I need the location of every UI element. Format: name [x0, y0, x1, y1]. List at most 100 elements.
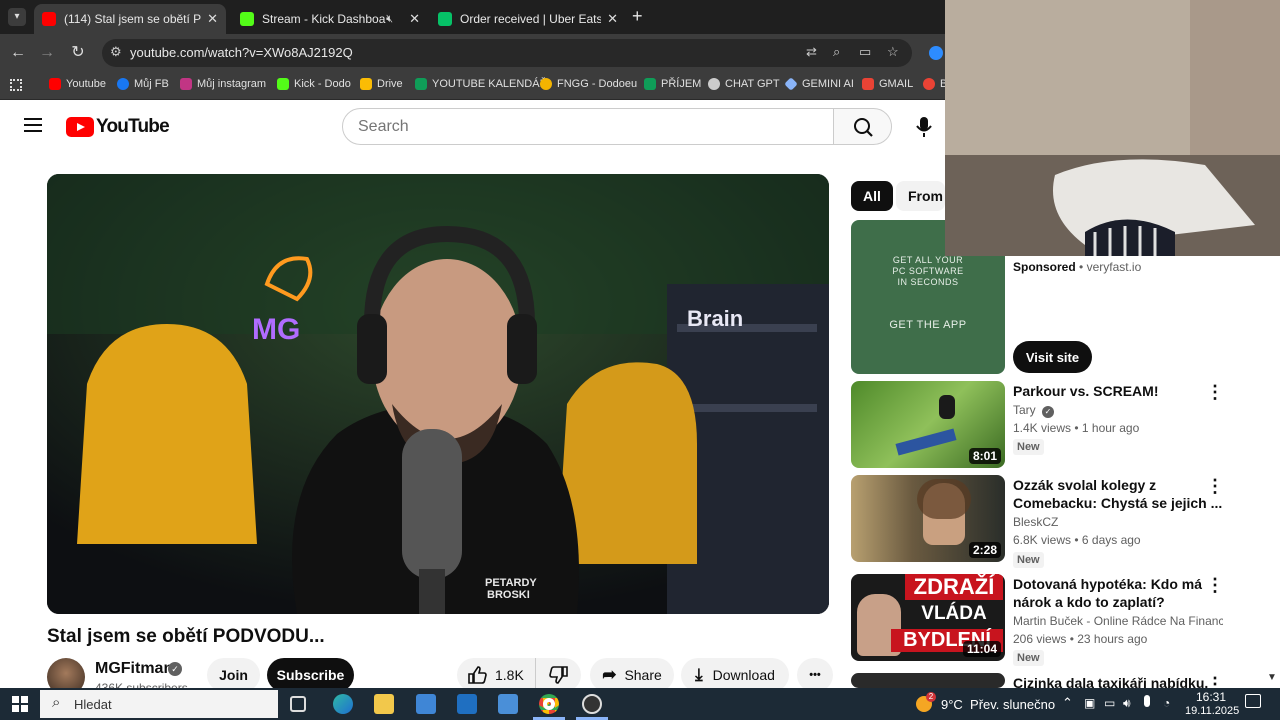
windows-start-icon[interactable]: [12, 696, 28, 712]
taskbar-search-box[interactable]: ⌕ Hledat: [40, 690, 278, 718]
share-arrow-icon: ➦: [602, 665, 617, 684]
youtube-logo[interactable]: YouTube: [66, 116, 170, 138]
extension-icon[interactable]: [929, 46, 943, 60]
microphone-icon[interactable]: [1144, 695, 1150, 707]
svg-text:PETARDY: PETARDY: [485, 577, 537, 589]
camera-icon[interactable]: ▣: [1084, 696, 1095, 710]
tab-kick[interactable]: Stream - Kick Dashboard 🔇︎ ✕: [232, 4, 428, 34]
notification-icon[interactable]: [1245, 694, 1261, 708]
task-view-icon[interactable]: [290, 696, 306, 712]
bookmark-label: GMAIL: [879, 78, 914, 90]
file-explorer-icon[interactable]: [374, 694, 394, 714]
chip-all[interactable]: All: [851, 181, 893, 211]
ad-thumb-line: IN SECONDS: [897, 277, 959, 287]
close-tab-icon[interactable]: ✕: [607, 11, 618, 27]
store-icon[interactable]: [416, 694, 436, 714]
network-icon[interactable]: ◔: [1163, 696, 1170, 710]
more-actions-button[interactable]: •••: [797, 658, 833, 692]
install-app-icon[interactable]: ▭: [859, 44, 871, 60]
search-icon: ⌕: [52, 694, 61, 711]
site-info-icon[interactable]: ⚙: [110, 44, 122, 60]
search-button[interactable]: [833, 108, 892, 145]
bookmark-youtube[interactable]: Youtube: [49, 78, 106, 90]
close-tab-icon[interactable]: ✕: [409, 11, 420, 27]
tab-title: Stream - Kick Dashboard: [262, 12, 387, 26]
search-input[interactable]: [343, 109, 833, 144]
muted-audio-icon[interactable]: 🔇︎: [386, 13, 393, 26]
scroll-down-chevron-icon[interactable]: ▼: [1267, 672, 1277, 683]
zoom-icon[interactable]: ⌕: [833, 44, 840, 60]
clock-date[interactable]: 19.11.2025: [1185, 705, 1239, 717]
close-tab-icon[interactable]: ✕: [207, 11, 218, 27]
like-button[interactable]: 1.8K: [457, 658, 535, 692]
search-field[interactable]: [342, 108, 834, 145]
battery-icon[interactable]: ▭: [1104, 696, 1115, 710]
tab-search-button[interactable]: ▾: [8, 8, 26, 26]
volume-icon[interactable]: 🔊︎: [1123, 696, 1131, 711]
teams-app-icon[interactable]: [498, 694, 518, 714]
more-vert-icon[interactable]: ⋮: [1206, 575, 1224, 595]
bookmark-star-icon[interactable]: ☆: [887, 44, 899, 60]
chip-from-channel[interactable]: From M: [896, 181, 945, 211]
bookmark-facebook[interactable]: Můj FB: [117, 78, 169, 90]
search-icon: [854, 118, 873, 137]
more-vert-icon[interactable]: ⋮: [1206, 476, 1224, 496]
clock-time[interactable]: 16:31: [1196, 690, 1226, 704]
more-vert-icon[interactable]: ⋮: [1206, 382, 1224, 402]
related-channel[interactable]: Martin Buček - Online Rádce Na Finance .…: [1013, 614, 1223, 628]
bookmark-prijem[interactable]: PŘÍJEM: [644, 78, 701, 90]
related-thumbnail-3[interactable]: ZDRAŽÍ VLÁDA BYDLENÍ 11:04: [851, 574, 1005, 661]
bookmark-yt-calendar[interactable]: YOUTUBE KALENDÁŘ: [415, 78, 548, 90]
reload-icon[interactable]: ↻: [68, 43, 88, 63]
related-meta: 6.8K views • 6 days ago: [1013, 533, 1141, 547]
apps-grid-icon[interactable]: [10, 79, 22, 91]
back-arrow-icon[interactable]: ←: [8, 43, 28, 63]
related-title[interactable]: Parkour vs. SCREAM!: [1013, 382, 1223, 400]
related-thumbnail-1[interactable]: 8:01: [851, 381, 1005, 468]
verified-check-icon: ✓: [1042, 406, 1055, 418]
related-thumbnail-2[interactable]: 2:28: [851, 475, 1005, 562]
translate-icon[interactable]: ⇄: [806, 44, 817, 60]
url-text[interactable]: youtube.com/watch?v=XWo8AJ2192Q: [130, 45, 353, 60]
menu-hamburger-icon[interactable]: [24, 118, 42, 132]
tab-youtube[interactable]: (114) Stal jsem se obětí PODVODU... ✕: [34, 4, 226, 34]
chrome-icon[interactable]: [539, 694, 559, 714]
svg-text:BROSKI: BROSKI: [487, 589, 530, 601]
related-thumbnail-4[interactable]: [851, 673, 1005, 688]
duration-badge: 2:28: [968, 542, 1001, 558]
video-player[interactable]: MG Brain PETARDY BROSKI: [47, 174, 829, 614]
related-channel[interactable]: BleskCZ: [1013, 515, 1058, 529]
related-title[interactable]: Ozzák svolal kolegy z Comebacku: Chystá …: [1013, 476, 1223, 512]
outlook-icon[interactable]: [457, 694, 477, 714]
share-button[interactable]: ➦ Share: [590, 658, 674, 692]
bookmark-chatgpt[interactable]: CHAT GPT: [708, 78, 780, 90]
tray-chevron-up-icon[interactable]: ⌃: [1062, 695, 1073, 711]
url-omnibox[interactable]: ⚙ youtube.com/watch?v=XWo8AJ2192Q ⇄ ⌕ ▭ …: [102, 39, 912, 67]
related-title[interactable]: Dotovaná hypotéka: Kdo má nárok a kdo to…: [1013, 575, 1223, 611]
bookmark-label: YOUTUBE KALENDÁŘ: [432, 78, 548, 90]
related-channel[interactable]: Tary: [1013, 403, 1036, 417]
new-tab-button[interactable]: +: [632, 6, 643, 27]
weather-text[interactable]: 9°C Přev. slunečno: [941, 697, 1055, 712]
bookmark-drive[interactable]: Drive: [360, 78, 403, 90]
bookmark-fngg[interactable]: FNGG - Dodoeu: [540, 78, 637, 90]
new-badge: New: [1013, 439, 1044, 455]
edge-browser-icon[interactable]: [333, 694, 353, 714]
voice-search-button[interactable]: [905, 108, 945, 145]
bookmark-gmail[interactable]: GMAIL: [862, 78, 913, 90]
tab-ubereats[interactable]: Order received | Uber Eats ✕: [430, 4, 626, 34]
bookmark-kick[interactable]: Kick - Dodo: [277, 78, 351, 90]
ad-domain[interactable]: veryfast.io: [1087, 260, 1142, 274]
subscribe-button[interactable]: Subscribe: [267, 658, 354, 692]
obs-icon[interactable]: [582, 694, 602, 714]
visit-site-button[interactable]: Visit site: [1013, 341, 1092, 373]
thumb-figure: [939, 395, 955, 419]
bookmark-b[interactable]: B: [923, 78, 947, 90]
bookmark-instagram[interactable]: Můj instagram: [180, 78, 266, 90]
download-button[interactable]: ⤓ Download: [681, 658, 789, 692]
dislike-button[interactable]: [535, 658, 581, 692]
forward-arrow-icon[interactable]: →: [37, 43, 57, 63]
bookmark-gemini[interactable]: GEMINI AI: [784, 77, 854, 91]
join-button[interactable]: Join: [207, 658, 260, 692]
channel-name[interactable]: MGFitman: [95, 660, 173, 678]
